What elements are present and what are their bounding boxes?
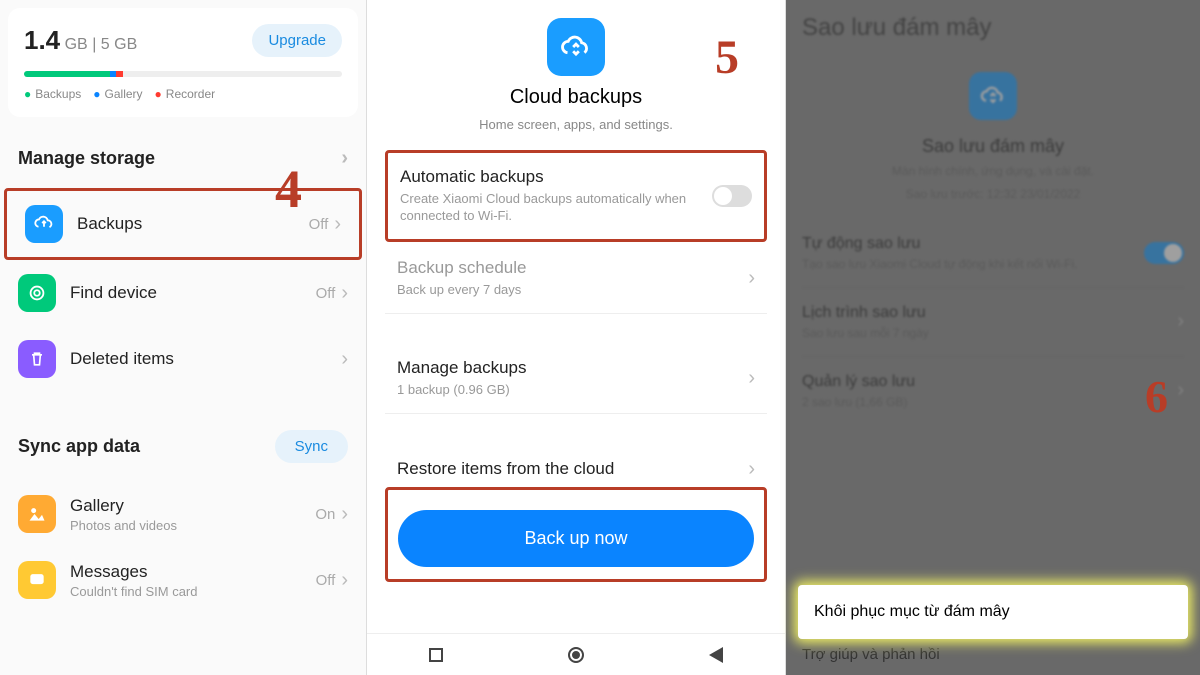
trash-icon <box>18 340 56 378</box>
sync-button[interactable]: Sync <box>275 430 348 463</box>
deleted-items-row[interactable]: Deleted items › <box>0 326 366 392</box>
messages-label: Messages <box>70 562 302 582</box>
manage-label: Manage backups <box>397 358 748 378</box>
legend-backups: Backups <box>24 87 81 101</box>
find-device-label: Find device <box>70 283 302 303</box>
step-6-label: 6 <box>1145 370 1168 423</box>
chevron-right-icon: › <box>748 458 755 481</box>
step-5-label: 5 <box>715 30 739 85</box>
backups-state: Off <box>309 216 329 233</box>
backups-row[interactable]: Backups Off › <box>4 188 362 260</box>
target-icon <box>18 274 56 312</box>
recents-icon[interactable] <box>429 648 443 662</box>
chevron-right-icon: › <box>341 503 348 526</box>
panel-storage: 1.4 GB | 5 GB Upgrade Backups Gallery Re… <box>0 0 366 675</box>
home-icon[interactable] <box>568 647 584 663</box>
android-navbar <box>367 633 785 675</box>
find-device-row[interactable]: Find device Off › <box>0 260 366 326</box>
messages-row[interactable]: Messages Couldn't find SIM card Off › <box>0 547 366 613</box>
chevron-right-icon: › <box>341 569 348 592</box>
schedule-sub: Back up every 7 days <box>397 282 748 299</box>
dim-overlay <box>786 0 1200 675</box>
gallery-state: On <box>315 506 335 523</box>
manage-storage-row[interactable]: Manage storage › <box>0 125 366 188</box>
page-subtitle: Home screen, apps, and settings. <box>385 117 767 132</box>
find-device-state: Off <box>316 285 336 302</box>
chevron-right-icon: › <box>341 147 348 170</box>
storage-used-unit: GB <box>65 36 88 53</box>
messages-icon <box>18 561 56 599</box>
schedule-label: Backup schedule <box>397 258 748 278</box>
messages-sub: Couldn't find SIM card <box>70 584 302 599</box>
restore-row[interactable]: Restore items from the cloud › <box>385 444 767 487</box>
back-icon[interactable] <box>709 647 723 663</box>
page-title: Cloud backups <box>385 86 767 109</box>
chevron-right-icon: › <box>748 367 755 390</box>
messages-state: Off <box>316 572 336 589</box>
panel-vietnamese: Sao lưu đám mây Sao lưu đám mây Màn hình… <box>786 0 1200 675</box>
upgrade-button[interactable]: Upgrade <box>252 24 342 57</box>
restore-highlight[interactable]: Khôi phục mục từ đám mây <box>798 585 1188 639</box>
legend-gallery: Gallery <box>93 87 142 101</box>
deleted-items-label: Deleted items <box>70 349 327 369</box>
manage-backups-row[interactable]: Manage backups 1 backup (0.96 GB) › <box>385 344 767 414</box>
storage-total: 5 GB <box>101 36 137 53</box>
storage-sep: | <box>92 36 101 53</box>
auto-backup-label: Automatic backups <box>400 167 712 187</box>
gallery-sub: Photos and videos <box>70 518 301 533</box>
p3-help[interactable]: Trợ giúp và phản hồi <box>802 638 1184 671</box>
storage-text: 1.4 GB | 5 GB <box>24 25 137 56</box>
restore-label: Restore items from the cloud <box>397 459 614 479</box>
backup-schedule-row[interactable]: Backup schedule Back up every 7 days › <box>385 244 767 314</box>
gallery-icon <box>18 495 56 533</box>
automatic-backups-row[interactable]: Automatic backups Create Xiaomi Cloud ba… <box>388 153 764 239</box>
manage-storage-label: Manage storage <box>18 148 155 169</box>
chevron-right-icon: › <box>341 348 348 371</box>
backups-label: Backups <box>77 214 295 234</box>
cloud-icon <box>25 205 63 243</box>
auto-backup-toggle[interactable] <box>712 185 752 207</box>
gallery-label: Gallery <box>70 496 301 516</box>
storage-legend: Backups Gallery Recorder <box>24 87 342 101</box>
chevron-right-icon: › <box>334 213 341 236</box>
cloud-icon <box>547 18 605 76</box>
step-4-label: 4 <box>275 158 302 220</box>
storage-bar <box>24 71 342 77</box>
auto-backup-sub: Create Xiaomi Cloud backups automaticall… <box>400 191 712 225</box>
sync-section-label: Sync app data <box>18 436 140 457</box>
legend-recorder: Recorder <box>155 87 216 101</box>
storage-used: 1.4 <box>24 25 60 55</box>
panel-cloud-backups: Cloud backups Home screen, apps, and set… <box>366 0 786 675</box>
chevron-right-icon: › <box>341 282 348 305</box>
sync-section-header: Sync app data Sync <box>0 392 366 481</box>
backup-now-button[interactable]: Back up now <box>398 510 754 567</box>
storage-card: 1.4 GB | 5 GB Upgrade Backups Gallery Re… <box>8 8 358 117</box>
chevron-right-icon: › <box>748 267 755 290</box>
gallery-row[interactable]: Gallery Photos and videos On › <box>0 481 366 547</box>
manage-sub: 1 backup (0.96 GB) <box>397 382 748 399</box>
